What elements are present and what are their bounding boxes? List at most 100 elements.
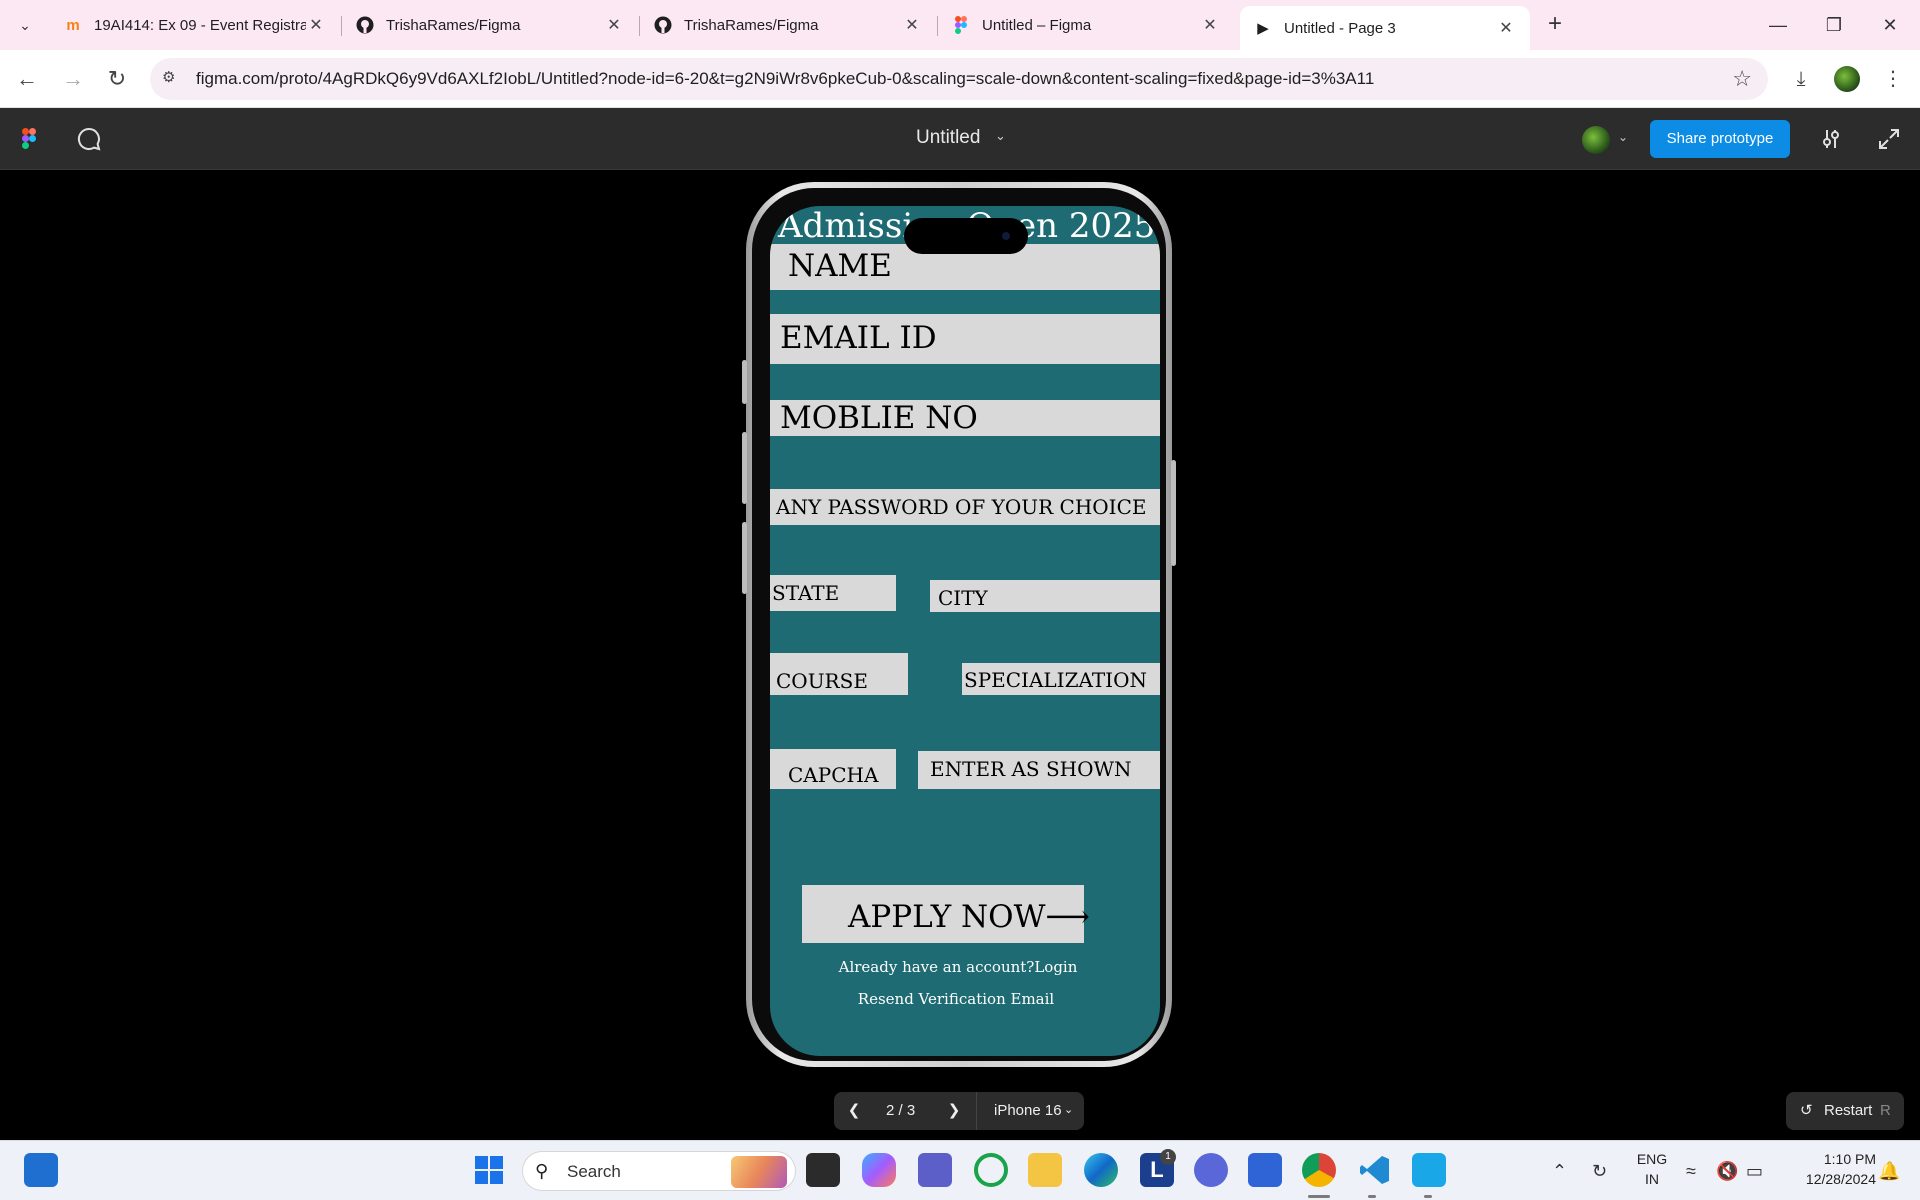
- phone-screen: Admission Open 2025 NAME EMAIL ID MOBLIE…: [770, 206, 1160, 1056]
- profile-avatar[interactable]: [1834, 66, 1860, 92]
- file-title[interactable]: Untitled: [916, 127, 980, 149]
- user-avatar[interactable]: [1582, 126, 1610, 154]
- language-line-2[interactable]: IN: [1632, 1171, 1672, 1187]
- browser-tab-strip: ⌄ m 19AI414: Ex 09 - Event Registrat ✕ T…: [0, 0, 1920, 50]
- url-text[interactable]: figma.com/proto/4AgRDkQ6y9Vd6AXLf2IobL/U…: [196, 69, 1374, 89]
- wifi-icon[interactable]: ≈: [1686, 1161, 1696, 1182]
- chevron-down-icon[interactable]: ⌄: [995, 128, 1006, 144]
- specialization-field[interactable]: SPECIALIZATION: [962, 663, 1160, 695]
- browser-tab[interactable]: TrishaRames/Figma ✕: [640, 6, 936, 44]
- chrome-icon[interactable]: [1302, 1153, 1336, 1187]
- bookmark-star-icon[interactable]: ☆: [1732, 66, 1752, 92]
- site-info-icon[interactable]: ⚙: [162, 68, 184, 90]
- store-icon[interactable]: [1248, 1153, 1282, 1187]
- search-icon: ⚲: [535, 1161, 549, 1181]
- tab-title: Untitled – Figma: [982, 16, 1092, 34]
- active-app-indicator: [1308, 1195, 1330, 1198]
- city-field[interactable]: CITY: [930, 580, 1160, 612]
- notification-bell-icon[interactable]: 🔔: [1878, 1161, 1900, 1182]
- search-highlight-image: [731, 1156, 787, 1188]
- login-link[interactable]: Already have an account?Login: [770, 958, 1146, 976]
- close-tab-icon[interactable]: ✕: [902, 15, 922, 35]
- iphone-frame: Admission Open 2025 NAME EMAIL ID MOBLIE…: [742, 182, 1176, 1067]
- clock-date[interactable]: 12/28/2024: [1780, 1171, 1876, 1187]
- captcha-input[interactable]: ENTER AS SHOWN: [918, 751, 1160, 789]
- address-bar[interactable]: ⚙ figma.com/proto/4AgRDkQ6y9Vd6AXLf2IobL…: [150, 58, 1768, 100]
- settings-sliders-icon[interactable]: [1818, 126, 1844, 152]
- password-field[interactable]: ANY PASSWORD OF YOUR CHOICE: [770, 489, 1160, 525]
- figma-icon: [952, 16, 970, 34]
- minimize-icon[interactable]: —: [1758, 8, 1798, 42]
- tab-title: 19AI414: Ex 09 - Event Registrat: [94, 16, 306, 34]
- forward-icon[interactable]: →: [56, 62, 90, 96]
- sync-icon[interactable]: ↻: [1592, 1161, 1607, 1182]
- share-prototype-button[interactable]: Share prototype: [1650, 120, 1790, 158]
- restore-icon[interactable]: ❐: [1814, 8, 1854, 42]
- new-tab-button[interactable]: +: [1540, 10, 1570, 40]
- close-tab-icon[interactable]: ✕: [306, 15, 326, 35]
- browser-tab[interactable]: m 19AI414: Ex 09 - Event Registrat ✕: [50, 6, 340, 44]
- close-tab-icon[interactable]: ✕: [1496, 18, 1516, 38]
- copilot-icon[interactable]: [862, 1153, 896, 1187]
- github-icon: [654, 16, 672, 34]
- play-icon: ▶: [1257, 20, 1269, 37]
- moodle-icon: m: [66, 16, 80, 34]
- show-hidden-icons-chevron[interactable]: ⌃: [1552, 1161, 1567, 1182]
- device-selector[interactable]: iPhone 16: [994, 1102, 1062, 1119]
- clock-time[interactable]: 1:10 PM: [1780, 1151, 1876, 1167]
- vscode-icon[interactable]: [1358, 1153, 1392, 1187]
- close-window-icon[interactable]: ✕: [1870, 8, 1910, 42]
- teams-icon[interactable]: [918, 1153, 952, 1187]
- restart-button[interactable]: ↺ Restart R: [1786, 1092, 1904, 1130]
- reload-icon[interactable]: ↻: [100, 62, 134, 96]
- browser-tab[interactable]: Untitled – Figma ✕: [938, 6, 1234, 44]
- refresh-app-icon[interactable]: [974, 1153, 1008, 1187]
- fullscreen-expand-icon[interactable]: [1876, 126, 1902, 152]
- resend-verification-link[interactable]: Resend Verification Email: [770, 990, 1142, 1008]
- chevron-down-icon[interactable]: ⌄: [1618, 130, 1628, 144]
- task-view-icon[interactable]: [806, 1153, 840, 1187]
- download-icon[interactable]: ⤓: [1784, 62, 1818, 96]
- previous-frame-icon[interactable]: ❮: [844, 1101, 864, 1119]
- comment-icon[interactable]: [76, 126, 102, 152]
- close-tab-icon[interactable]: ✕: [604, 15, 624, 35]
- browser-tab[interactable]: TrishaRames/Figma ✕: [342, 6, 638, 44]
- open-app-indicator: [1368, 1195, 1376, 1198]
- taskbar-search[interactable]: ⚲ Search: [522, 1151, 796, 1191]
- close-tab-icon[interactable]: ✕: [1200, 15, 1220, 35]
- state-field[interactable]: STATE: [770, 575, 896, 611]
- tab-title: TrishaRames/Figma: [684, 16, 819, 34]
- next-frame-icon[interactable]: ❯: [944, 1101, 964, 1119]
- mobile-field[interactable]: MOBLIE NO: [770, 400, 1160, 436]
- tab-search-chevron-icon[interactable]: ⌄: [10, 10, 40, 40]
- page-counter: 2 / 3: [886, 1102, 916, 1119]
- github-icon: [356, 16, 374, 34]
- file-explorer-icon[interactable]: [1028, 1153, 1062, 1187]
- browser-toolbar: ← → ↻ ⚙ figma.com/proto/4AgRDkQ6y9Vd6AXL…: [0, 50, 1920, 108]
- menu-kebab-icon[interactable]: ⋮: [1876, 62, 1910, 96]
- widgets-icon[interactable]: [24, 1153, 58, 1187]
- back-icon[interactable]: ←: [10, 62, 44, 96]
- volume-muted-icon[interactable]: 🔇: [1716, 1161, 1738, 1182]
- language-line-1[interactable]: ENG: [1632, 1151, 1672, 1167]
- phone-side-button: [742, 360, 747, 404]
- windows-taskbar: ⚲ Search L 1 ⌃ ↻ ENG IN ≈ 🔇 ▭ 1:10 PM 12…: [0, 1140, 1920, 1200]
- phone-side-button: [742, 522, 747, 594]
- windows-start-icon[interactable]: [472, 1153, 506, 1187]
- figma-logo-icon[interactable]: [22, 128, 36, 150]
- search-label: Search: [567, 1162, 621, 1181]
- phone-side-button: [1171, 460, 1176, 566]
- chevron-down-icon[interactable]: ⌄: [1064, 1103, 1073, 1116]
- apply-now-button[interactable]: APPLY NOW⟶: [802, 885, 1090, 943]
- notification-badge: 1: [1160, 1149, 1176, 1165]
- battery-icon[interactable]: ▭: [1746, 1161, 1763, 1182]
- edge-icon[interactable]: [1084, 1153, 1118, 1187]
- notepad-icon[interactable]: [1412, 1153, 1446, 1187]
- tab-title: TrishaRames/Figma: [386, 16, 521, 34]
- email-field[interactable]: EMAIL ID: [770, 314, 1160, 364]
- course-field[interactable]: COURSE: [770, 653, 908, 695]
- pager-divider: [976, 1092, 977, 1130]
- app-icon[interactable]: [1194, 1153, 1228, 1187]
- browser-tab-active[interactable]: ▶ Untitled - Page 3 ✕: [1240, 6, 1530, 50]
- phone-bezel: Admission Open 2025 NAME EMAIL ID MOBLIE…: [752, 188, 1166, 1061]
